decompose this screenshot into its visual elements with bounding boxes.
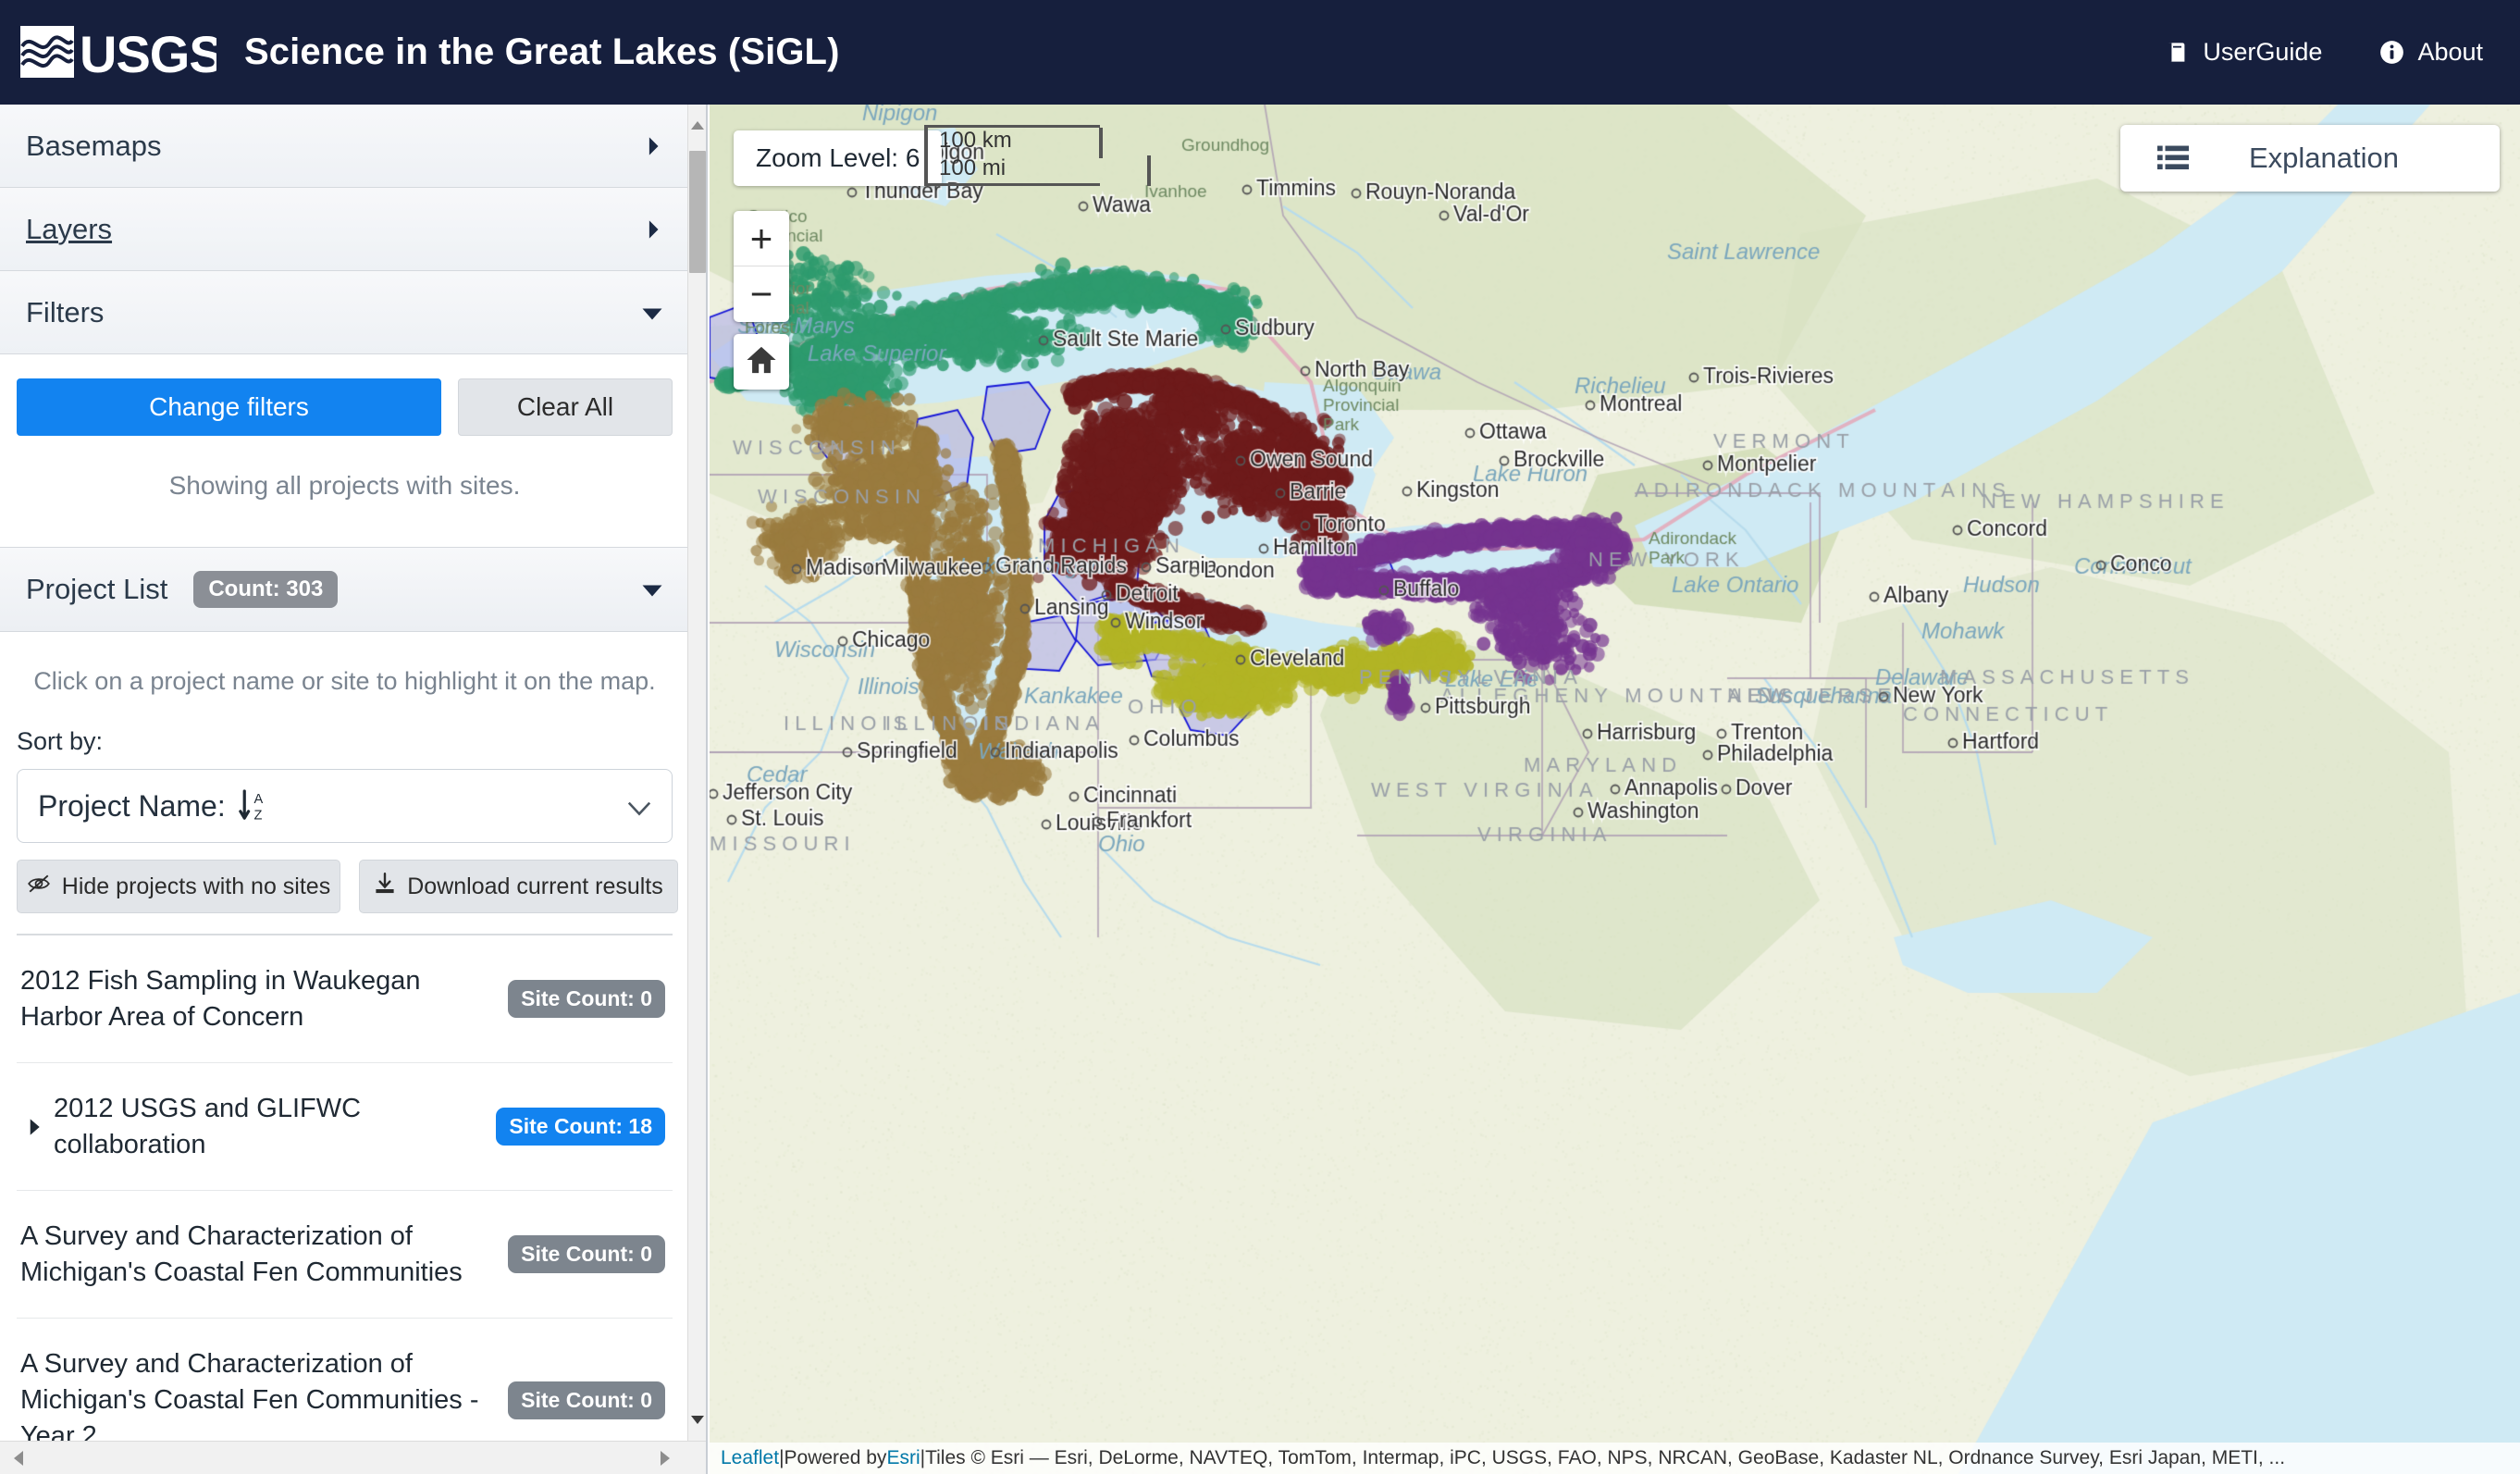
clear-all-button[interactable]: Clear All [458, 378, 673, 436]
zoom-level-indicator: Zoom Level: 6 [734, 130, 943, 186]
map-scale-bar: 100 km 100 mi [924, 125, 1151, 186]
chevron-right-icon [643, 219, 663, 240]
project-list-body: Click on a project name or site to highl… [0, 632, 689, 1441]
hide-projects-with-no-sites-button[interactable]: Hide projects with no sites [17, 860, 340, 913]
scale-metric-tick [1099, 128, 1103, 158]
download-icon [374, 872, 396, 901]
accordion-basemaps-label: Basemaps [26, 129, 162, 162]
attribution-tiles: Tiles © Esri — Esri, DeLorme, NAVTEQ, To… [925, 1447, 2286, 1468]
change-filters-button[interactable]: Change filters [17, 378, 441, 436]
sort-select-value: Project Name: [38, 788, 226, 823]
info-circle-icon [2379, 40, 2404, 65]
sort-by-label: Sort by: [17, 727, 104, 755]
list-icon [2157, 144, 2189, 172]
accordion-filters-label: Filters [26, 295, 105, 328]
accordion-layers-label: Layers [26, 212, 113, 245]
header-nav: UserGuide About [2165, 38, 2483, 67]
sidebar-horizontal-scrollbar[interactable] [0, 1441, 706, 1474]
map-basemap-canvas[interactable] [710, 105, 2520, 1474]
nav-about-link[interactable]: About [2379, 38, 2483, 67]
sidebar-scroll-area: Basemaps Layers Filters Change filters C… [0, 105, 689, 1441]
esri-link[interactable]: Esri [886, 1447, 920, 1469]
scroll-left-arrow-icon[interactable] [2, 1442, 35, 1474]
scale-imperial-tick [1147, 155, 1151, 186]
explanation-label: Explanation [2248, 142, 2399, 174]
map-container[interactable]: Zoom Level: 6 100 km 100 mi + − Explanat… [710, 105, 2520, 1474]
sort-alpha-down-icon: A Z [238, 788, 266, 824]
site-count-badge: Site Count: 0 [508, 1381, 665, 1419]
sidebar-vertical-scroll-thumb[interactable] [689, 151, 706, 273]
scale-metric-label: 100 km [939, 128, 1012, 153]
scroll-right-arrow-icon[interactable] [649, 1442, 682, 1474]
app-header: USGS Science in the Great Lakes (SiGL) U… [0, 0, 2520, 105]
project-list-item[interactable]: A Survey and Characterization of Michiga… [17, 1191, 673, 1319]
map-zoom-controls: + − [734, 211, 789, 322]
site-count-badge: Site Count: 0 [508, 1235, 665, 1274]
app-title: Science in the Great Lakes (SiGL) [244, 31, 840, 72]
scale-imperial-label: 100 mi [939, 155, 1007, 180]
chevron-down-icon [627, 789, 651, 824]
zoom-out-button[interactable]: − [734, 266, 789, 322]
project-name: 2012 USGS and GLIFWC collaboration [54, 1094, 362, 1159]
svg-text:Z: Z [253, 809, 262, 824]
accordion-basemaps[interactable]: Basemaps [0, 105, 689, 188]
nav-userguide-link[interactable]: UserGuide [2165, 38, 2322, 67]
site-count-badge: Site Count: 0 [508, 980, 665, 1019]
usgs-logo: USGS [20, 25, 216, 81]
chevron-down-icon [641, 578, 663, 601]
download-current-results-button[interactable]: Download current results [359, 860, 678, 913]
zoom-in-button[interactable]: + [734, 211, 789, 266]
project-name: 2012 Fish Sampling in Waukegan Harbor Ar… [20, 966, 421, 1032]
sort-select[interactable]: Project Name: A Z [17, 769, 673, 843]
svg-text:A: A [253, 792, 263, 807]
project-list-title: Project List [26, 573, 168, 605]
explanation-button[interactable]: Explanation [2120, 125, 2500, 192]
chevron-right-icon [643, 136, 663, 156]
filter-status-text: Showing all projects with sites. [168, 471, 521, 500]
book-icon [2165, 40, 2190, 65]
scroll-down-arrow-icon[interactable] [688, 1398, 706, 1441]
site-count-badge: Site Count: 18 [496, 1108, 665, 1146]
accordion-filters[interactable]: Filters [0, 271, 689, 354]
project-items-list: 2012 Fish Sampling in Waukegan Harbor Ar… [17, 934, 673, 1441]
project-list-utility-buttons: Hide projects with no sites Download cur… [17, 860, 678, 934]
accordion-layers[interactable]: Layers [0, 188, 689, 271]
project-list-item[interactable]: 2012 USGS and GLIFWC collaboration Site C… [17, 1063, 673, 1192]
project-name: A Survey and Characterization of Michiga… [20, 1349, 479, 1441]
project-name: A Survey and Characterization of Michiga… [20, 1221, 463, 1287]
attribution-powered-by: Powered by [784, 1447, 887, 1468]
map-home-button[interactable] [734, 334, 789, 390]
map-attribution: Leaflet | Powered by Esri | Tiles © Esri… [710, 1443, 2520, 1474]
filters-body: Change filters Clear All Showing all pro… [0, 354, 689, 547]
home-icon [746, 345, 777, 379]
project-list-header[interactable]: Project List Count: 303 [0, 547, 689, 632]
project-list-hint: Click on a project name or site to highl… [33, 667, 656, 695]
nav-userguide-label: UserGuide [2203, 38, 2323, 66]
project-expand-arrow-icon[interactable] [20, 1118, 48, 1136]
leaflet-link[interactable]: Leaflet [721, 1447, 779, 1469]
filter-button-row: Change filters Clear All [17, 378, 673, 436]
download-results-label: Download current results [407, 873, 663, 899]
scale-imperial-row: 100 mi [924, 155, 1151, 186]
project-count-badge: Count: 303 [193, 571, 339, 608]
svg-text:USGS: USGS [80, 25, 216, 81]
scroll-up-arrow-icon[interactable] [688, 105, 706, 147]
project-list-item[interactable]: A Survey and Characterization of Michiga… [17, 1319, 673, 1441]
chevron-down-icon [641, 302, 663, 324]
eye-slash-icon [27, 873, 51, 900]
project-list-item[interactable]: 2012 Fish Sampling in Waukegan Harbor Ar… [17, 935, 673, 1064]
nav-about-label: About [2417, 38, 2483, 66]
sidebar-vertical-scrollbar[interactable] [687, 105, 706, 1441]
sidebar-panel: Basemaps Layers Filters Change filters C… [0, 105, 708, 1474]
hide-projects-label: Hide projects with no sites [61, 873, 331, 899]
scale-metric-row: 100 km [924, 125, 1103, 158]
